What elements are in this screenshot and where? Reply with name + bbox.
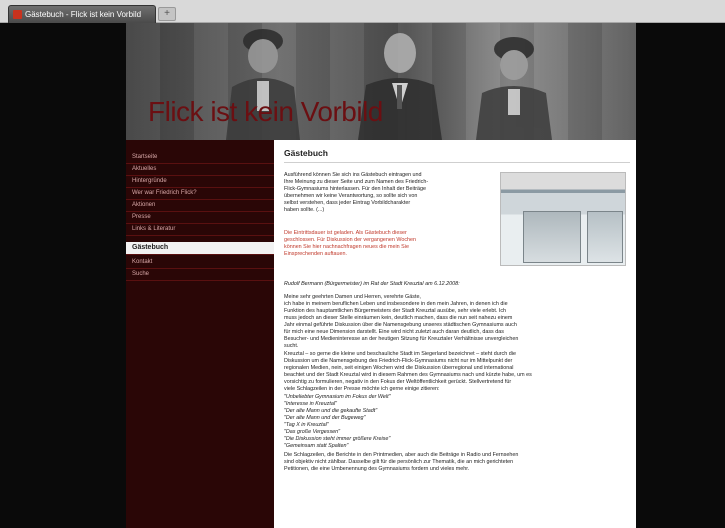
web-page: Flick ist kein Vorbild Startseite Aktuel… bbox=[126, 23, 636, 528]
sidebar-item-wer-war-flick[interactable]: Wer war Friedrich Flick? bbox=[126, 188, 274, 200]
photo-entrance bbox=[523, 211, 581, 263]
body-line: Besucher- und Medieninteresse an der heu… bbox=[284, 336, 519, 342]
photo-window bbox=[587, 211, 623, 263]
browser-tab-title: Gästebuch - Flick ist kein Vorbild bbox=[25, 10, 142, 19]
sidebar-item-suche[interactable]: Suche bbox=[126, 269, 274, 281]
sidebar-nav: Startseite Aktuelles Hintergründe Wer wa… bbox=[126, 140, 274, 528]
main-content: Gästebuch Ausführend können Sie sich ins… bbox=[284, 140, 630, 528]
speech-author: Rudolf Bermann (Bürgermeister) im Rat de… bbox=[284, 281, 460, 287]
page-title: Gästebuch bbox=[284, 148, 328, 158]
header-banner: Flick ist kein Vorbild bbox=[126, 23, 636, 140]
body-line: sucht. bbox=[284, 343, 299, 349]
closing-line: Petitionen, die eine Umbenennung des Gym… bbox=[284, 466, 470, 472]
sidebar-item-aktuelles[interactable]: Aktuelles bbox=[126, 164, 274, 176]
quote-line: "Gemeinsam statt Spalten" bbox=[284, 443, 349, 449]
sidebar-item-aktionen[interactable]: Aktionen bbox=[126, 200, 274, 212]
sidebar-item-startseite[interactable]: Startseite bbox=[126, 152, 274, 164]
sidebar-item-presse[interactable]: Presse bbox=[126, 212, 274, 224]
sidebar-item-kontakt[interactable]: Kontakt bbox=[126, 257, 274, 269]
favicon-icon bbox=[13, 10, 22, 19]
sidebar-item-gaestebuch[interactable]: Gästebuch bbox=[126, 242, 274, 255]
site-title: Flick ist kein Vorbild bbox=[148, 96, 383, 127]
browser-tab[interactable]: Gästebuch - Flick ist kein Vorbild bbox=[8, 5, 156, 23]
heading-divider bbox=[284, 162, 630, 163]
intro-line: haben sollte. (...) bbox=[284, 207, 325, 213]
browser-tab-bar: Gästebuch - Flick ist kein Vorbild + bbox=[0, 0, 725, 23]
body-line: viele Schlagzeilen in der Presse möchte … bbox=[284, 386, 440, 392]
sidebar-item-links-literatur[interactable]: Links & Literatur bbox=[126, 224, 274, 236]
school-building-photo bbox=[500, 172, 626, 266]
new-tab-button[interactable]: + bbox=[158, 7, 176, 21]
notice-line: Einsprechenden auftauen. bbox=[284, 251, 347, 257]
sidebar-item-hintergruende[interactable]: Hintergründe bbox=[126, 176, 274, 188]
